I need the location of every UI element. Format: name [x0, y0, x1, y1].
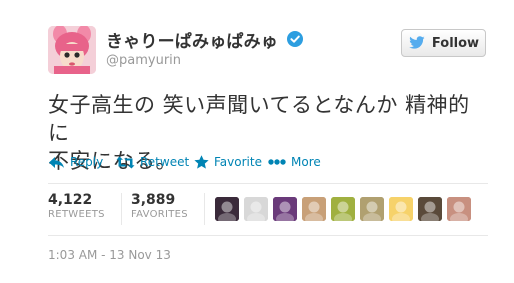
user-avatar-3[interactable]: [273, 197, 297, 221]
retweet-icon: [116, 156, 135, 168]
timestamp[interactable]: 1:03 AM - 13 Nov 13: [48, 248, 171, 262]
reply-action[interactable]: Reply: [48, 155, 103, 169]
user-avatar-7[interactable]: [389, 197, 413, 221]
user-avatar-4[interactable]: [302, 197, 326, 221]
user-avatar-8[interactable]: [418, 197, 442, 221]
reply-label: Reply: [70, 155, 104, 169]
divider: [48, 183, 488, 184]
user-avatar-1[interactable]: [215, 197, 239, 221]
more-label: More: [291, 155, 321, 169]
verified-badge-icon: [287, 31, 303, 47]
favorites-stat[interactable]: 3,889 FAVORITES: [131, 192, 188, 222]
twitter-bird-icon: [409, 36, 425, 49]
stat-separator: [204, 193, 205, 225]
screen-name[interactable]: @pamyurin: [106, 53, 181, 68]
follow-button[interactable]: Follow: [401, 29, 486, 57]
retweet-label: Retweet: [140, 155, 190, 169]
favorite-label: Favorite: [214, 155, 262, 169]
more-action[interactable]: More: [268, 155, 321, 169]
favorites-label: FAVORITES: [131, 209, 188, 220]
tweet-text-line-1: 女子高生の 笑い声聞いてるとなんか 精神的に: [48, 93, 470, 145]
divider: [48, 235, 488, 236]
display-name[interactable]: きゃりーぱみゅぱみゅ: [106, 27, 278, 52]
avatar[interactable]: [48, 26, 96, 74]
tweet-card: きゃりーぱみゅぱみゅ @pamyurin Follow 女子高生の 笑い声聞いて…: [0, 0, 514, 283]
reply-icon: [49, 156, 64, 168]
user-avatar-6[interactable]: [360, 197, 384, 221]
favorites-count: 3,889: [131, 192, 176, 208]
retweets-count: 4,122: [48, 192, 93, 208]
retweets-label: RETWEETS: [48, 209, 105, 220]
star-icon: [194, 155, 209, 169]
stat-separator: [121, 193, 122, 225]
user-avatar-5[interactable]: [331, 197, 355, 221]
follow-button-label: Follow: [431, 35, 480, 51]
user-avatar-9[interactable]: [447, 197, 471, 221]
more-dots-icon: [268, 159, 286, 165]
retweets-stat[interactable]: 4,122 RETWEETS: [48, 192, 105, 222]
retweet-action[interactable]: Retweet: [116, 155, 189, 169]
user-avatar-2[interactable]: [244, 197, 268, 221]
favorite-action[interactable]: Favorite: [194, 155, 262, 169]
